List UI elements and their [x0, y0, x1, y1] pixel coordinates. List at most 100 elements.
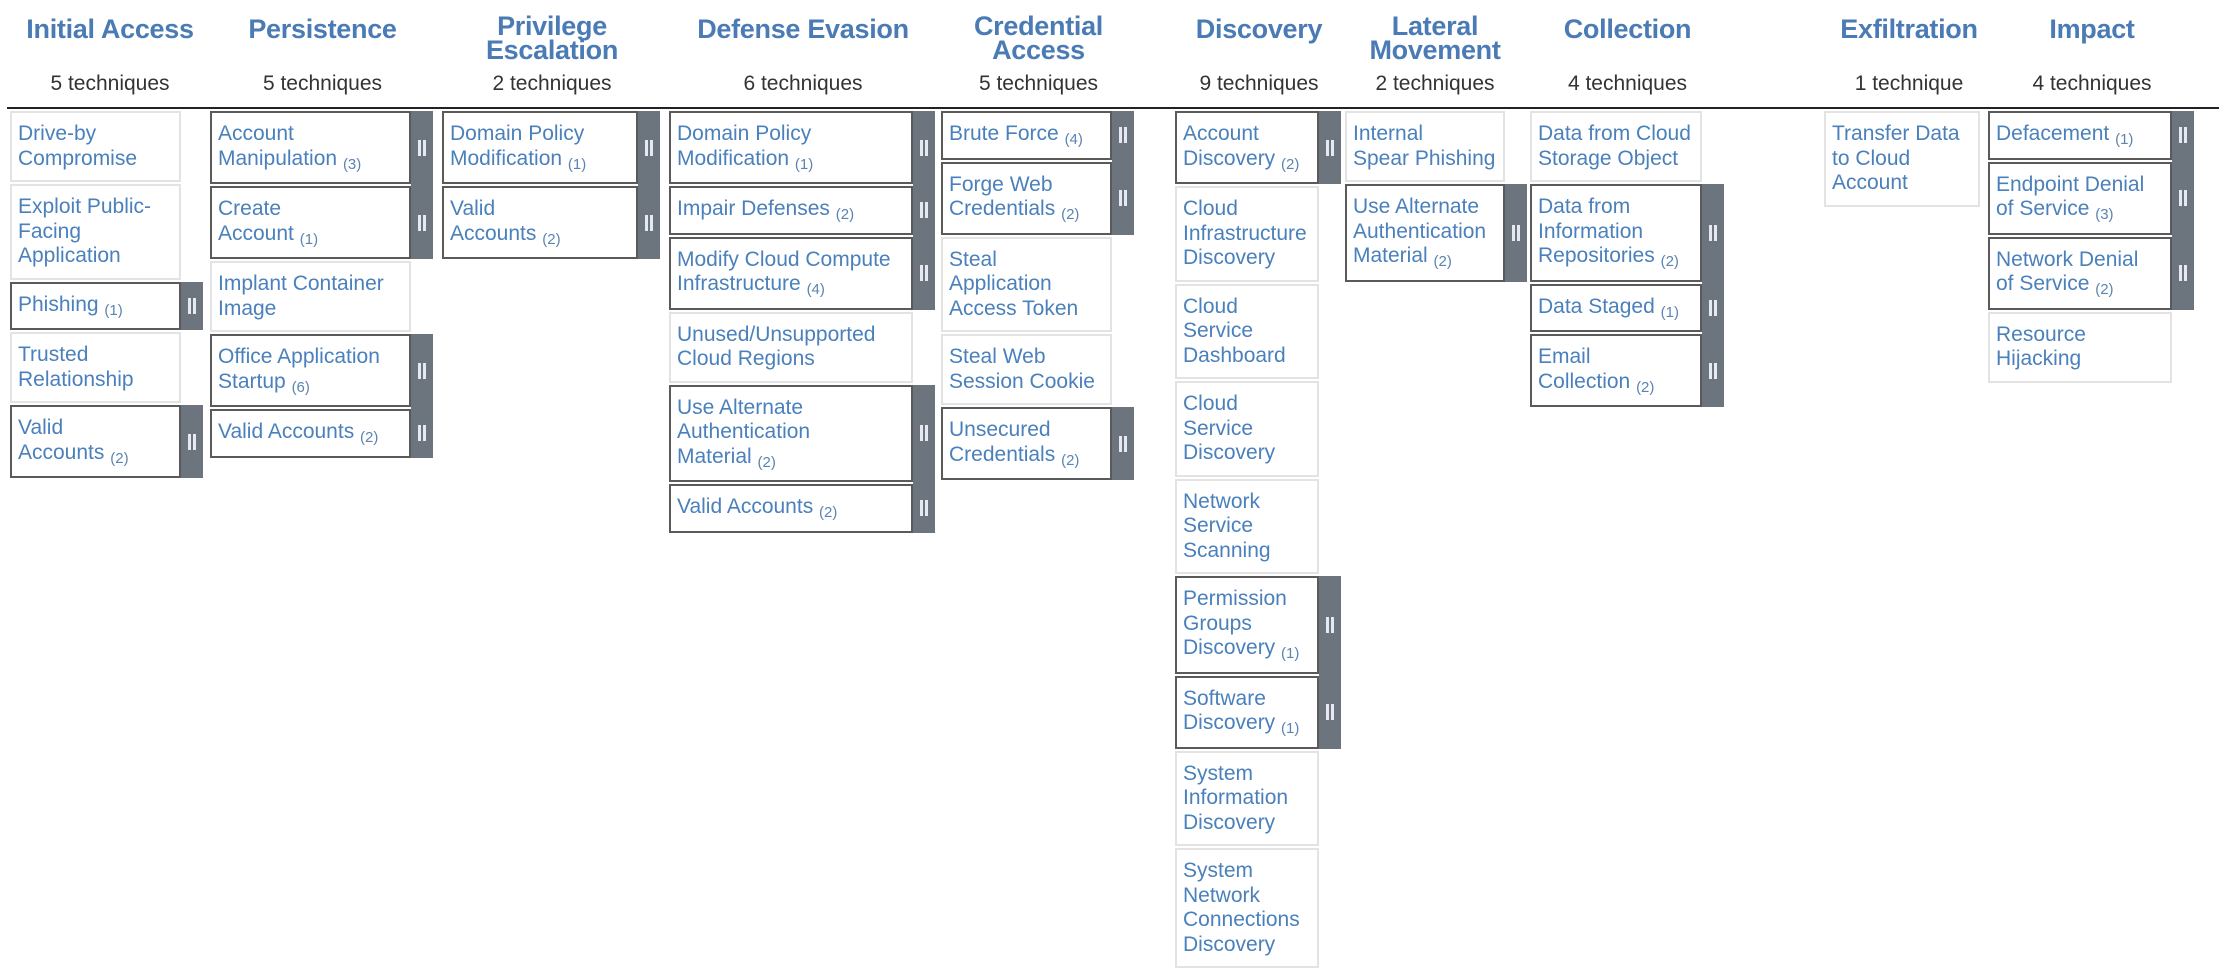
subtechniques-toggle[interactable] [411, 186, 433, 259]
technique-cell-use-alternate-authentication-material[interactable]: Use Alternate Authentication Material (2) [1345, 184, 1505, 282]
technique-name: Transfer Data [1832, 122, 1960, 145]
tactic-name[interactable]: Initial Access [10, 14, 210, 70]
subtechniques-toggle[interactable] [913, 236, 935, 310]
subtechniques-toggle[interactable] [1319, 111, 1341, 184]
technique-name: Application [18, 244, 121, 267]
technique-cell-data-staged[interactable]: Data Staged (1) [1530, 283, 1702, 332]
subtechniques-toggle[interactable] [1702, 334, 1724, 407]
technique-name: Access Token [949, 296, 1079, 320]
technique-cell-defacement[interactable]: Defacement (1) [1988, 111, 2172, 160]
subtechniques-toggle[interactable] [181, 281, 203, 330]
technique-cell-use-alternate-authentication-material[interactable]: Use Alternate Authentication Material (2) [669, 384, 913, 482]
technique-cell-domain-policy-modification[interactable]: Domain Policy Modification (1) [669, 111, 913, 184]
tactic-name[interactable]: Discovery [1175, 14, 1343, 70]
technique-cell-unused-unsupported-cloud-regions[interactable]: Unused/Unsupported Cloud Regions [669, 311, 913, 383]
technique-cell-network-denial-of-service[interactable]: Network Denial of Service (2) [1988, 236, 2172, 310]
technique-cell-exploit-public-facing-application[interactable]: Exploit Public- Facing Application [10, 184, 181, 280]
technique-name-line: Accounts (2) [450, 222, 630, 249]
technique-cell-office-application-startup[interactable]: Office Application Startup (6) [210, 334, 411, 407]
subtechniques-toggle[interactable] [1112, 161, 1134, 235]
technique-cell-trusted-relationship[interactable]: Trusted Relationship [10, 332, 181, 403]
subtechniques-toggle-icon [2179, 127, 2187, 144]
subtechniques-toggle[interactable] [1702, 283, 1724, 334]
technique-cell-internal-spear-phishing[interactable]: Internal Spear Phishing [1345, 111, 1505, 182]
tactic-name[interactable]: Persistence [210, 14, 435, 70]
tactic-name[interactable]: Impact [1988, 14, 2196, 70]
technique-name-line: Repositories (2) [1538, 244, 1694, 271]
technique-cell-steal-web-session-cookie[interactable]: Steal Web Session Cookie [941, 334, 1112, 405]
technique-cell-cloud-service-discovery[interactable]: Cloud Service Discovery [1175, 381, 1319, 477]
technique-cell-endpoint-denial-of-service[interactable]: Endpoint Denial of Service (3) [1988, 161, 2172, 235]
technique-row: Trusted Relationship [10, 332, 203, 403]
technique-cell-data-from-cloud-storage-object[interactable]: Data from Cloud Storage Object [1530, 111, 1702, 182]
subtechniques-toggle[interactable] [1702, 184, 1724, 284]
technique-name-line: Forge Web [949, 173, 1104, 198]
technique-name: Relationship [18, 367, 134, 391]
technique-cell-drive-by-compromise[interactable]: Drive-by Compromise [10, 111, 181, 182]
technique-cell-create-account[interactable]: Create Account (1) [210, 186, 411, 259]
subtechniques-toggle[interactable] [638, 186, 660, 259]
technique-cell-network-service-scanning[interactable]: Network Service Scanning [1175, 478, 1319, 574]
technique-cell-account-manipulation[interactable]: Account Manipulation (3) [210, 111, 411, 184]
technique-cell-valid-accounts[interactable]: Valid Accounts (2) [10, 405, 181, 478]
subtechniques-toggle-icon [188, 433, 196, 450]
technique-cell-unsecured-credentials[interactable]: Unsecured Credentials (2) [941, 407, 1112, 480]
technique-cell-account-discovery[interactable]: Account Discovery (2) [1175, 111, 1319, 184]
subtechniques-toggle[interactable] [411, 111, 433, 186]
technique-cell-forge-web-credentials[interactable]: Forge Web Credentials (2) [941, 161, 1112, 235]
technique-name-line: Defacement (1) [1996, 122, 2164, 149]
subtechniques-toggle[interactable] [913, 111, 935, 186]
subtechnique-count: (2) [110, 449, 129, 467]
technique-cell-software-discovery[interactable]: Software Discovery (1) [1175, 675, 1319, 749]
tactic-column-privilege-escalation: Domain Policy Modification (1) Valid Accoun… [442, 111, 660, 261]
subtechniques-toggle[interactable] [1112, 407, 1134, 480]
technique-cell-email-collection[interactable]: Email Collection (2) [1530, 334, 1702, 407]
technique-name-line: Discovery [1183, 441, 1311, 466]
subtechniques-toggle[interactable] [181, 405, 203, 478]
subtechniques-toggle[interactable] [1319, 675, 1341, 749]
technique-cell-system-information-discovery[interactable]: System Information Discovery [1175, 750, 1319, 846]
technique-cell-valid-accounts[interactable]: Valid Accounts (2) [210, 409, 411, 458]
tactic-name[interactable]: Exfiltration [1824, 14, 1994, 70]
tactic-name[interactable]: Defense Evasion [669, 14, 937, 70]
tactic-name[interactable]: Collection [1530, 14, 1725, 70]
technique-cell-system-network-connections-discovery[interactable]: System Network Connections Discovery [1175, 848, 1319, 968]
technique-name: Forge Web [949, 172, 1053, 196]
technique-name: Valid Accounts [218, 420, 355, 443]
technique-cell-data-from-information-repositories[interactable]: Data from Information Repositories (2) [1530, 184, 1702, 282]
subtechniques-toggle[interactable] [913, 484, 935, 533]
subtechniques-toggle[interactable] [1112, 111, 1134, 162]
technique-cell-valid-accounts[interactable]: Valid Accounts (2) [442, 186, 638, 259]
technique-name-line: Office Application [218, 345, 403, 370]
subtechniques-toggle[interactable] [2172, 111, 2194, 162]
technique-name: Network Denial [1996, 247, 2139, 271]
technique-cell-valid-accounts[interactable]: Valid Accounts (2) [669, 484, 913, 533]
technique-cell-permission-groups-discovery[interactable]: Permission Groups Discovery (1) [1175, 576, 1319, 674]
subtechniques-toggle[interactable] [638, 111, 660, 186]
technique-cell-steal-application-access-token[interactable]: Steal Application Access Token [941, 236, 1112, 332]
technique-cell-phishing[interactable]: Phishing (1) [10, 281, 181, 330]
tactic-name[interactable]: Lateral Movement [1345, 13, 1525, 70]
subtechniques-toggle[interactable] [2172, 236, 2194, 310]
technique-cell-transfer-data-to-cloud-account[interactable]: Transfer Data to Cloud Account [1824, 111, 1980, 207]
subtechniques-toggle[interactable] [411, 409, 433, 458]
technique-cell-cloud-service-dashboard[interactable]: Cloud Service Dashboard [1175, 283, 1319, 379]
technique-cell-modify-cloud-compute-infrastructure[interactable]: Modify Cloud Compute Infrastructure (4) [669, 236, 913, 310]
technique-cell-cloud-infrastructure-discovery[interactable]: Cloud Infrastructure Discovery [1175, 186, 1319, 282]
subtechniques-toggle[interactable] [1319, 576, 1341, 676]
subtechniques-toggle[interactable] [913, 186, 935, 237]
technique-cell-resource-hijacking[interactable]: Resource Hijacking [1988, 311, 2172, 383]
subtechniques-toggle[interactable] [1505, 184, 1527, 282]
subtechniques-toggle[interactable] [411, 334, 433, 409]
technique-cell-implant-container-image[interactable]: Implant Container Image [210, 261, 411, 332]
tactic-name[interactable]: Privilege Escalation [442, 13, 662, 70]
subtechniques-toggle[interactable] [2172, 161, 2194, 237]
tactic-name[interactable]: Credential Access [941, 13, 1136, 70]
technique-cell-brute-force[interactable]: Brute Force (4) [941, 111, 1112, 160]
subtechniques-toggle[interactable] [913, 384, 935, 484]
technique-cell-impair-defenses[interactable]: Impair Defenses (2) [669, 186, 913, 235]
tactic-column-persistence: Account Manipulation (3) Create Account (1)… [210, 111, 433, 460]
technique-row: Office Application Startup (6) [210, 334, 433, 409]
technique-cell-domain-policy-modification[interactable]: Domain Policy Modification (1) [442, 111, 638, 184]
